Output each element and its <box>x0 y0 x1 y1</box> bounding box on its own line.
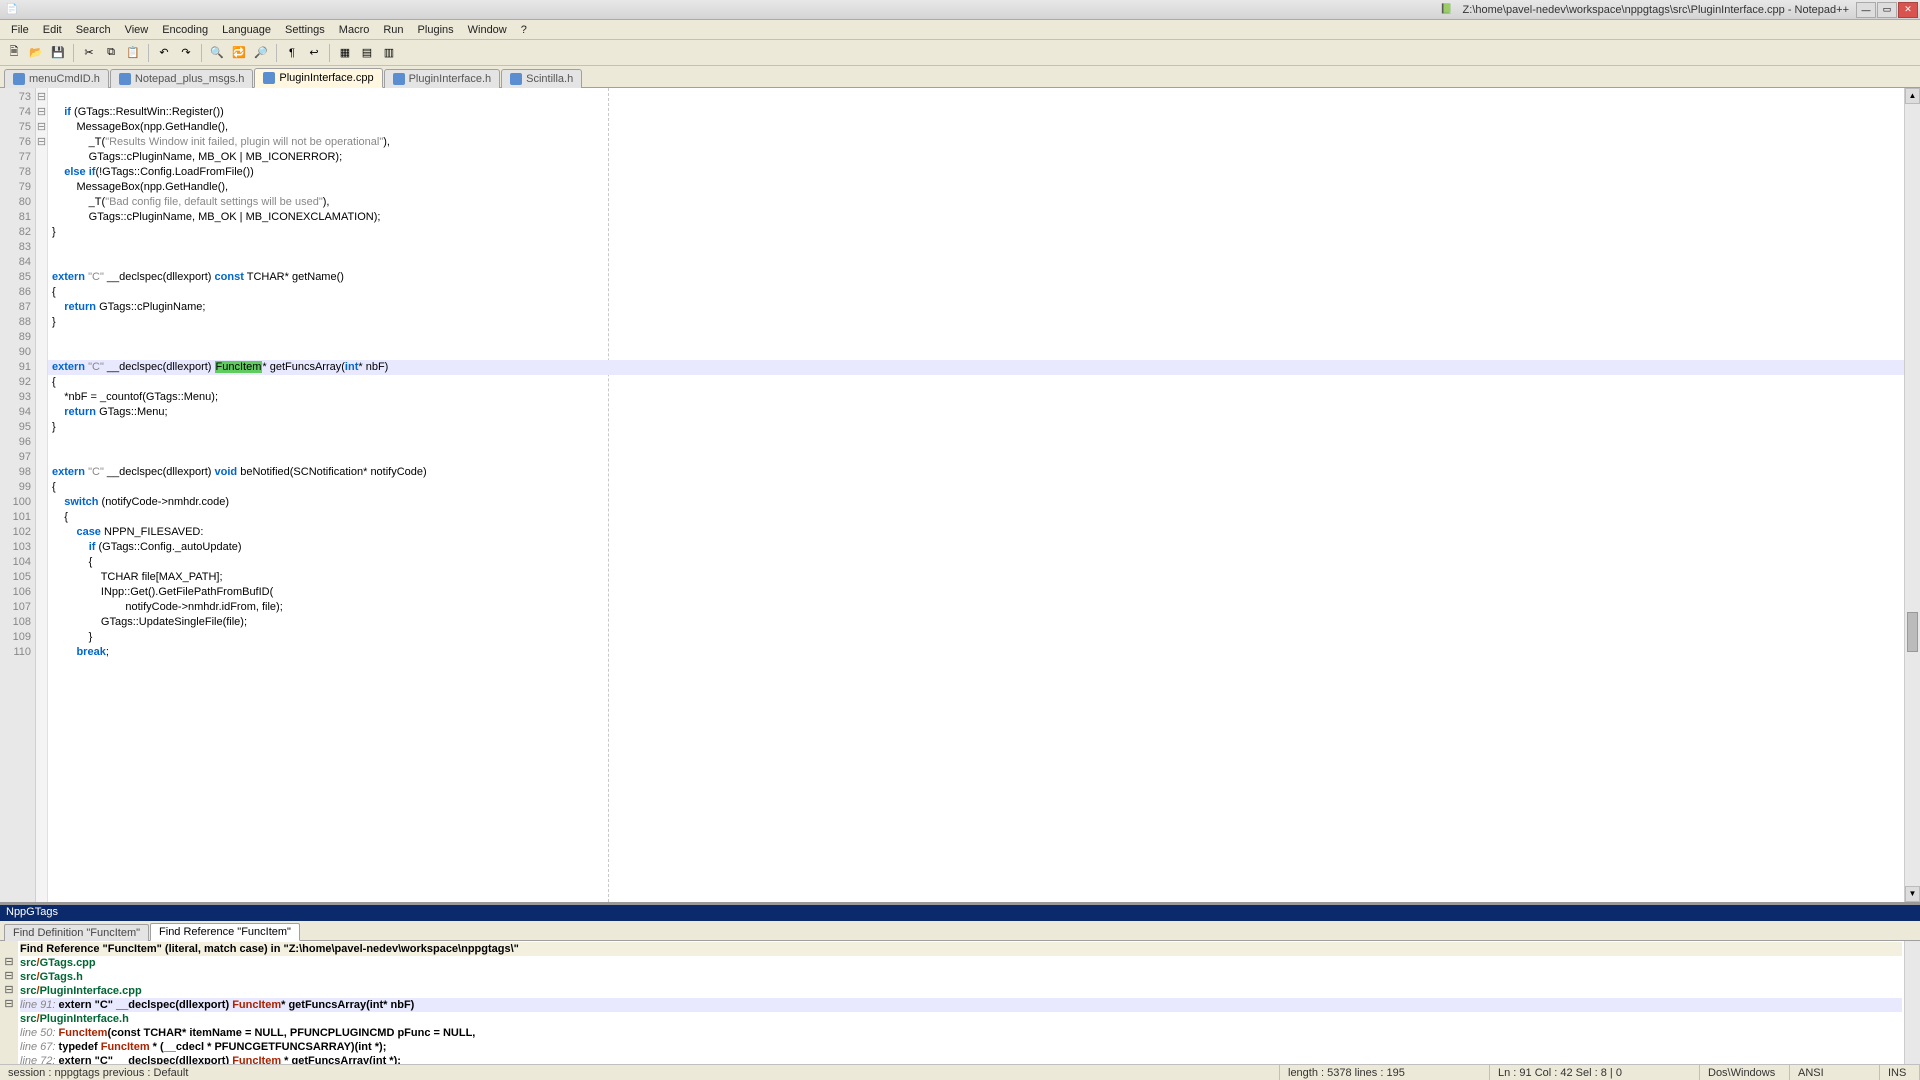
tab-plugininterface-h[interactable]: PluginInterface.h <box>384 69 501 88</box>
f1-button[interactable]: ▦ <box>335 43 355 63</box>
tab-label: Scintilla.h <box>526 73 573 85</box>
menu-view[interactable]: View <box>118 22 156 38</box>
menu-macro[interactable]: Macro <box>332 22 377 38</box>
result-row[interactable]: src/GTags.cpp <box>20 956 1902 970</box>
ws-button[interactable]: ¶ <box>282 43 302 63</box>
results-header: Find Reference "FuncItem" (literal, matc… <box>20 942 1902 956</box>
menu-settings[interactable]: Settings <box>278 22 332 38</box>
result-row[interactable]: line 67: typedef FuncItem * (__cdecl * P… <box>20 1040 1902 1054</box>
menu-plugins[interactable]: Plugins <box>411 22 461 38</box>
find-button[interactable]: 🔍 <box>207 43 227 63</box>
save-button[interactable]: 💾 <box>48 43 68 63</box>
file-icon <box>393 73 405 85</box>
scroll-up-arrow[interactable]: ▲ <box>1905 88 1920 104</box>
file-icon <box>119 73 131 85</box>
redo-button[interactable]: ↷ <box>176 43 196 63</box>
maximize-button[interactable]: ▭ <box>1877 2 1897 18</box>
f3-button[interactable]: ▥ <box>379 43 399 63</box>
line-number-gutter: 7374757677787980818283848586878889909192… <box>0 88 36 902</box>
panel-scrollbar[interactable] <box>1904 941 1920 1064</box>
paste-button[interactable]: 📋 <box>123 43 143 63</box>
tab-menucmdid-h[interactable]: menuCmdID.h <box>4 69 109 88</box>
menu-language[interactable]: Language <box>215 22 278 38</box>
tab-scintilla-h[interactable]: Scintilla.h <box>501 69 582 88</box>
minimize-button[interactable]: — <box>1856 2 1876 18</box>
undo-button[interactable]: ↶ <box>154 43 174 63</box>
status-session: session : nppgtags previous : Default <box>0 1065 1280 1080</box>
result-row[interactable]: src/PluginInterface.cpp <box>20 984 1902 998</box>
title-bar: 📄 📗 Z:\home\pavel-nedev\workspace\nppgta… <box>0 0 1920 20</box>
copy-button[interactable]: ⧉ <box>101 43 121 63</box>
status-eol: Dos\Windows <box>1700 1065 1790 1080</box>
panel-title: NppGTags <box>0 905 1920 921</box>
cut-button[interactable]: ✂ <box>79 43 99 63</box>
panel-tab-bar: Find Definition "FuncItem"Find Reference… <box>0 921 1920 941</box>
result-row[interactable]: line 91: extern "C" __declspec(dllexport… <box>20 998 1902 1012</box>
tab-plugininterface-cpp[interactable]: PluginInterface.cpp <box>254 68 382 88</box>
npp-icon: 📗 <box>1439 2 1455 18</box>
open-button[interactable]: 📂 <box>26 43 46 63</box>
editor[interactable]: 7374757677787980818283848586878889909192… <box>0 88 1920 902</box>
status-length: length : 5378 lines : 195 <box>1280 1065 1490 1080</box>
file-tab-bar: menuCmdID.h Notepad_plus_msgs.h PluginInte… <box>0 66 1920 88</box>
scroll-thumb[interactable] <box>1907 612 1918 652</box>
nppgtags-panel: NppGTags Find Definition "FuncItem"Find … <box>0 902 1920 1064</box>
code-text[interactable]: if (GTags::ResultWin::Register()) Messag… <box>48 88 1904 662</box>
menu-encoding[interactable]: Encoding <box>155 22 215 38</box>
wrap-button[interactable]: ↩ <box>304 43 324 63</box>
app-icon: 📄 <box>4 2 20 18</box>
tab-notepad_plus_msgs-h[interactable]: Notepad_plus_msgs.h <box>110 69 253 88</box>
menu-run[interactable]: Run <box>376 22 410 38</box>
scroll-down-arrow[interactable]: ▼ <box>1905 886 1920 902</box>
result-row[interactable]: src/PluginInterface.h <box>20 1012 1902 1026</box>
fold-column[interactable]: ⊟⊟⊟⊟ <box>36 88 48 902</box>
tab-label: Notepad_plus_msgs.h <box>135 73 244 85</box>
menu-edit[interactable]: Edit <box>36 22 69 38</box>
tab-label: menuCmdID.h <box>29 73 100 85</box>
window-title: Z:\home\pavel-nedev\workspace\nppgtags\s… <box>1457 4 1855 16</box>
menu-bar: FileEditSearchViewEncodingLanguageSettin… <box>0 20 1920 40</box>
panel-tab[interactable]: Find Definition "FuncItem" <box>4 924 149 941</box>
status-encoding: ANSI <box>1790 1065 1880 1080</box>
results-tree-gutter[interactable]: ⊟⊟⊟⊟ <box>0 941 18 1064</box>
f2-button[interactable]: ▤ <box>357 43 377 63</box>
zoom-button[interactable]: 🔎 <box>251 43 271 63</box>
menu-search[interactable]: Search <box>69 22 118 38</box>
search-results[interactable]: Find Reference "FuncItem" (literal, matc… <box>18 941 1904 1064</box>
editor-vertical-scrollbar[interactable]: ▲ ▼ <box>1904 88 1920 902</box>
status-mode: INS <box>1880 1065 1920 1080</box>
file-icon <box>13 73 25 85</box>
panel-tab[interactable]: Find Reference "FuncItem" <box>150 923 300 941</box>
close-button[interactable]: ✕ <box>1898 2 1918 18</box>
replace-button[interactable]: 🔁 <box>229 43 249 63</box>
menu-file[interactable]: File <box>4 22 36 38</box>
result-row[interactable]: src/GTags.h <box>20 970 1902 984</box>
status-bar: session : nppgtags previous : Default le… <box>0 1064 1920 1080</box>
toolbar: 🗎📂💾 ✂⧉📋 ↶↷ 🔍🔁🔎 ¶↩ ▦▤▥ <box>0 40 1920 66</box>
new-button[interactable]: 🗎 <box>4 43 24 63</box>
menu-window[interactable]: Window <box>461 22 514 38</box>
tab-label: PluginInterface.cpp <box>279 72 373 84</box>
result-row[interactable]: line 72: extern "C" __declspec(dllexport… <box>20 1054 1902 1064</box>
file-icon <box>263 72 275 84</box>
result-row[interactable]: line 50: FuncItem(const TCHAR* itemName … <box>20 1026 1902 1040</box>
tab-label: PluginInterface.h <box>409 73 492 85</box>
status-position: Ln : 91 Col : 42 Sel : 8 | 0 <box>1490 1065 1700 1080</box>
menu-?[interactable]: ? <box>514 22 534 38</box>
file-icon <box>510 73 522 85</box>
